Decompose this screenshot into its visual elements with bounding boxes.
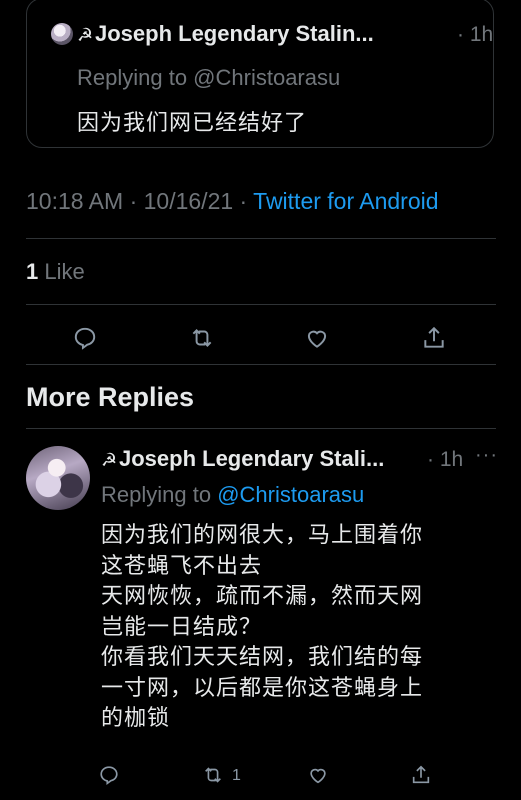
reply-timestamp: · 1h	[427, 448, 464, 471]
reply-line: 因为我们的网很大，马上围着你	[101, 522, 424, 547]
quoted-display-name[interactable]: ☭Joseph Legendary Stalin...	[77, 21, 374, 47]
share-icon[interactable]	[421, 325, 447, 351]
tweet-source-link[interactable]: Twitter for Android	[253, 188, 438, 214]
retweet-count: 1	[232, 767, 241, 784]
likes-count[interactable]: 1 Like	[26, 259, 85, 285]
quoted-replying-to: Replying to @Christoarasu	[77, 65, 341, 90]
reply-replying-to: Replying to @Christoarasu	[101, 482, 365, 507]
quoted-timestamp: · 1h	[457, 23, 494, 46]
retweet-icon[interactable]	[189, 325, 215, 351]
quoted-tweet-card[interactable]: ☭Joseph Legendary Stalin... · 1h Replyin…	[26, 0, 494, 148]
reply-line: 岂能一日结成？	[101, 613, 263, 639]
reply-avatar[interactable]	[26, 446, 90, 510]
quoted-avatar[interactable]	[51, 23, 73, 45]
reply-line: 这苍蝇飞不出去	[101, 552, 263, 578]
hammer-sickle-icon: ☭	[101, 450, 118, 470]
share-icon[interactable]	[410, 764, 432, 786]
mention-link[interactable]: @Christoarasu	[217, 482, 364, 507]
reply-line: 的枷锁	[101, 705, 171, 730]
like-icon[interactable]	[304, 325, 330, 351]
reply-display-name[interactable]: ☭Joseph Legendary Stali...	[101, 446, 384, 472]
more-options-icon[interactable]: ···	[475, 444, 498, 467]
reply-icon[interactable]	[98, 764, 120, 786]
like-icon[interactable]	[307, 764, 329, 786]
reply-text: 因为我们的网很大，马上围着你 这苍蝇飞不出去 天网恢恢，疏而不漏，然而天网 岂能…	[101, 520, 501, 734]
divider	[26, 304, 496, 305]
divider	[26, 428, 496, 429]
tweet-timestamp: 10:18 AM · 10/16/21 ·	[26, 188, 254, 214]
reply-line: 天网恢恢，疏而不漏，然而天网	[101, 583, 424, 608]
retweet-icon[interactable]	[202, 764, 224, 786]
divider	[26, 364, 496, 365]
likes-number: 1	[26, 259, 39, 284]
quoted-tweet-text: 因为我们网已经结好了	[77, 110, 308, 135]
hammer-sickle-icon: ☭	[77, 25, 94, 45]
divider	[26, 238, 496, 239]
likes-label: Like	[38, 259, 85, 284]
reply-line: 你看我们天天结网，我们结的每	[101, 644, 424, 669]
more-replies-heading: More Replies	[26, 382, 195, 412]
reply-icon[interactable]	[72, 325, 98, 351]
tweet-meta: 10:18 AM · 10/16/21 · Twitter for Androi…	[26, 188, 439, 215]
reply-line: 一寸网，以后都是你这苍蝇身上	[101, 674, 424, 700]
